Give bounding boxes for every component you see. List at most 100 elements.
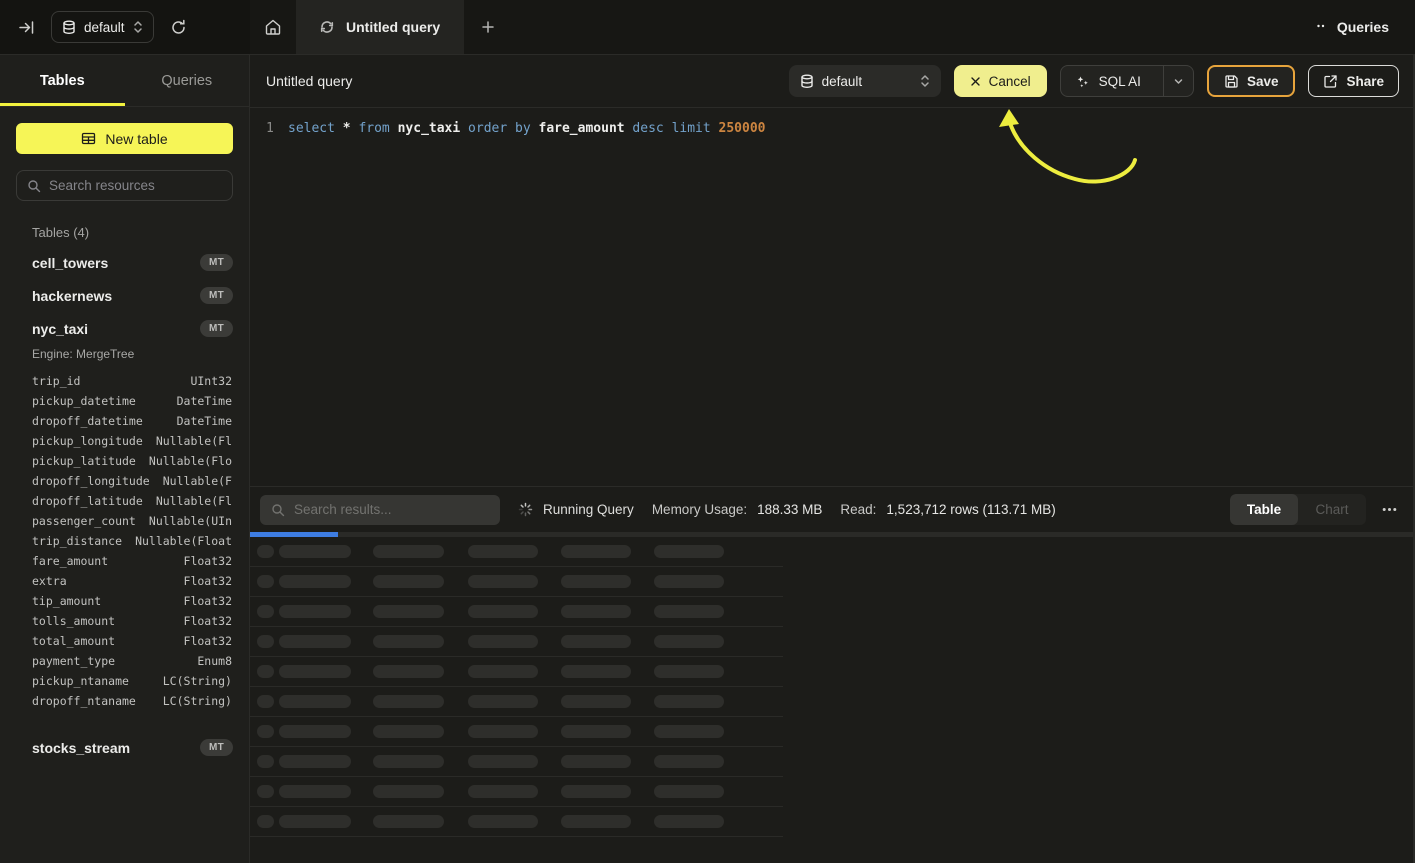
- results-header-right: Table Chart: [1230, 494, 1399, 525]
- column-name: tip_amount: [32, 591, 101, 611]
- results-search-input[interactable]: [294, 502, 489, 517]
- query-header: Untitled query default Cancel: [250, 55, 1415, 108]
- column-name: tolls_amount: [32, 611, 115, 631]
- engine-badge: MT: [200, 739, 233, 756]
- sql-ai-button[interactable]: SQL AI: [1060, 65, 1194, 97]
- cancel-label: Cancel: [989, 74, 1031, 89]
- results-panel: Running Query Memory Usage: 188.33 MB Re…: [250, 486, 1415, 863]
- column-row: dropoff_latitudeNullable(Fl: [32, 491, 232, 511]
- column-name: passenger_count: [32, 511, 136, 531]
- home-icon[interactable]: [250, 0, 296, 54]
- skeleton-cell: [654, 575, 724, 588]
- ellipsis-icon[interactable]: [1380, 507, 1399, 512]
- skeleton-cell: [373, 755, 444, 768]
- column-type: LC(String): [163, 671, 232, 691]
- column-row: tolls_amount Float32: [32, 611, 232, 631]
- results-search[interactable]: [260, 495, 500, 525]
- view-toggle-chart[interactable]: Chart: [1298, 494, 1366, 525]
- new-tab-plus-icon[interactable]: [464, 0, 512, 54]
- refresh-icon[interactable]: [166, 15, 191, 40]
- column-name: dropoff_ntaname: [32, 691, 136, 711]
- table-item-cell_towers[interactable]: cell_towersMT: [0, 246, 249, 279]
- skeleton-cell: [654, 815, 724, 828]
- table-item-nyc_taxi[interactable]: nyc_taxiMT: [0, 312, 249, 345]
- tab-untitled-query[interactable]: Untitled query: [296, 0, 464, 54]
- database-icon: [62, 20, 76, 35]
- skeleton-cell: [279, 695, 351, 708]
- sql-ai-chevron[interactable]: [1163, 66, 1193, 96]
- skeleton-cell: [654, 665, 724, 678]
- skeleton-cell: [279, 815, 351, 828]
- sql-token-id: *: [343, 121, 351, 136]
- skeleton-cell: [373, 725, 444, 738]
- query-database-selector[interactable]: default: [789, 65, 941, 97]
- skeleton-cell: [654, 635, 724, 648]
- view-toggle-table[interactable]: Table: [1230, 494, 1298, 525]
- topbar-database-selector[interactable]: default: [51, 11, 154, 43]
- save-button[interactable]: Save: [1207, 65, 1296, 97]
- column-type: Float32: [184, 551, 232, 571]
- query-actions: default Cancel SQL AI: [789, 65, 1399, 97]
- spinner-icon: [518, 502, 533, 517]
- skeleton-cell: [468, 605, 538, 618]
- queries-label: Queries: [1337, 19, 1389, 35]
- column-row: pickup_longitudeNullable(Fl: [32, 431, 232, 451]
- results-skeleton: [250, 537, 783, 837]
- column-row: passenger_count Nullable(UIn: [32, 511, 232, 531]
- save-icon: [1224, 74, 1239, 89]
- collapse-sidebar-icon[interactable]: [14, 15, 39, 40]
- skeleton-cell: [373, 815, 444, 828]
- column-type: DateTime: [177, 411, 232, 431]
- sql-token-kw: limit: [672, 121, 711, 136]
- column-type: Nullable(UIn: [149, 511, 232, 531]
- skeleton-cell: [373, 575, 444, 588]
- skeleton-row: [250, 717, 783, 747]
- table-item-hackernews[interactable]: hackernewsMT: [0, 279, 249, 312]
- column-type: Float32: [184, 631, 232, 651]
- column-type: Nullable(Fl: [156, 491, 232, 511]
- sidebar-tab-queries[interactable]: Queries: [125, 55, 250, 106]
- top-bar: default Untitled query: [0, 0, 1415, 55]
- column-name: fare_amount: [32, 551, 108, 571]
- sidebar-search[interactable]: [16, 170, 233, 201]
- column-row: total_amountFloat32: [32, 631, 232, 651]
- skeleton-cell: [561, 575, 631, 588]
- skeleton-cell: [279, 785, 351, 798]
- column-type: Enum8: [197, 651, 232, 671]
- cancel-button[interactable]: Cancel: [954, 65, 1047, 97]
- sql-token-kw: select: [288, 121, 335, 136]
- share-button[interactable]: Share: [1308, 65, 1399, 97]
- skeleton-cell: [561, 695, 631, 708]
- sidebar-tab-tables[interactable]: Tables: [0, 55, 125, 106]
- skeleton-cell: [654, 605, 724, 618]
- column-type: Nullable(Fl: [156, 431, 232, 451]
- memory-usage: Memory Usage: 188.33 MB: [652, 502, 823, 517]
- memory-value: 188.33 MB: [757, 502, 822, 517]
- sql-ai-label: SQL AI: [1099, 74, 1141, 89]
- sql-console-app: default Untitled query: [0, 0, 1415, 863]
- new-table-button[interactable]: New table: [16, 123, 233, 154]
- loading-icon: [320, 20, 334, 34]
- skeleton-cell: [257, 725, 274, 738]
- read-label: Read:: [840, 502, 876, 517]
- column-row: pickup_ntanameLC(String): [32, 671, 232, 691]
- x-icon: [970, 76, 981, 87]
- column-type: Float32: [184, 571, 232, 591]
- skeleton-cell: [561, 605, 631, 618]
- skeleton-cell: [373, 605, 444, 618]
- sidebar-search-input[interactable]: [49, 178, 226, 193]
- skeleton-cell: [468, 695, 538, 708]
- skeleton-cell: [561, 755, 631, 768]
- queries-link[interactable]: Queries: [1316, 0, 1415, 54]
- table-name: hackernews: [32, 288, 112, 304]
- sql-editor[interactable]: 1 select * from nyc_taxi order by fare_a…: [250, 108, 1413, 486]
- skeleton-cell: [257, 575, 274, 588]
- results-header: Running Query Memory Usage: 188.33 MB Re…: [250, 487, 1415, 532]
- skeleton-cell: [257, 665, 274, 678]
- table-item-stocks_stream[interactable]: stocks_streamMT: [0, 731, 249, 764]
- columns-list: trip_idUInt32pickup_datetime DateTime drop…: [32, 371, 232, 711]
- column-type: Float32: [184, 611, 232, 631]
- column-name: pickup_datetime: [32, 391, 136, 411]
- column-row: trip_idUInt32: [32, 371, 232, 391]
- skeleton-row: [250, 537, 783, 567]
